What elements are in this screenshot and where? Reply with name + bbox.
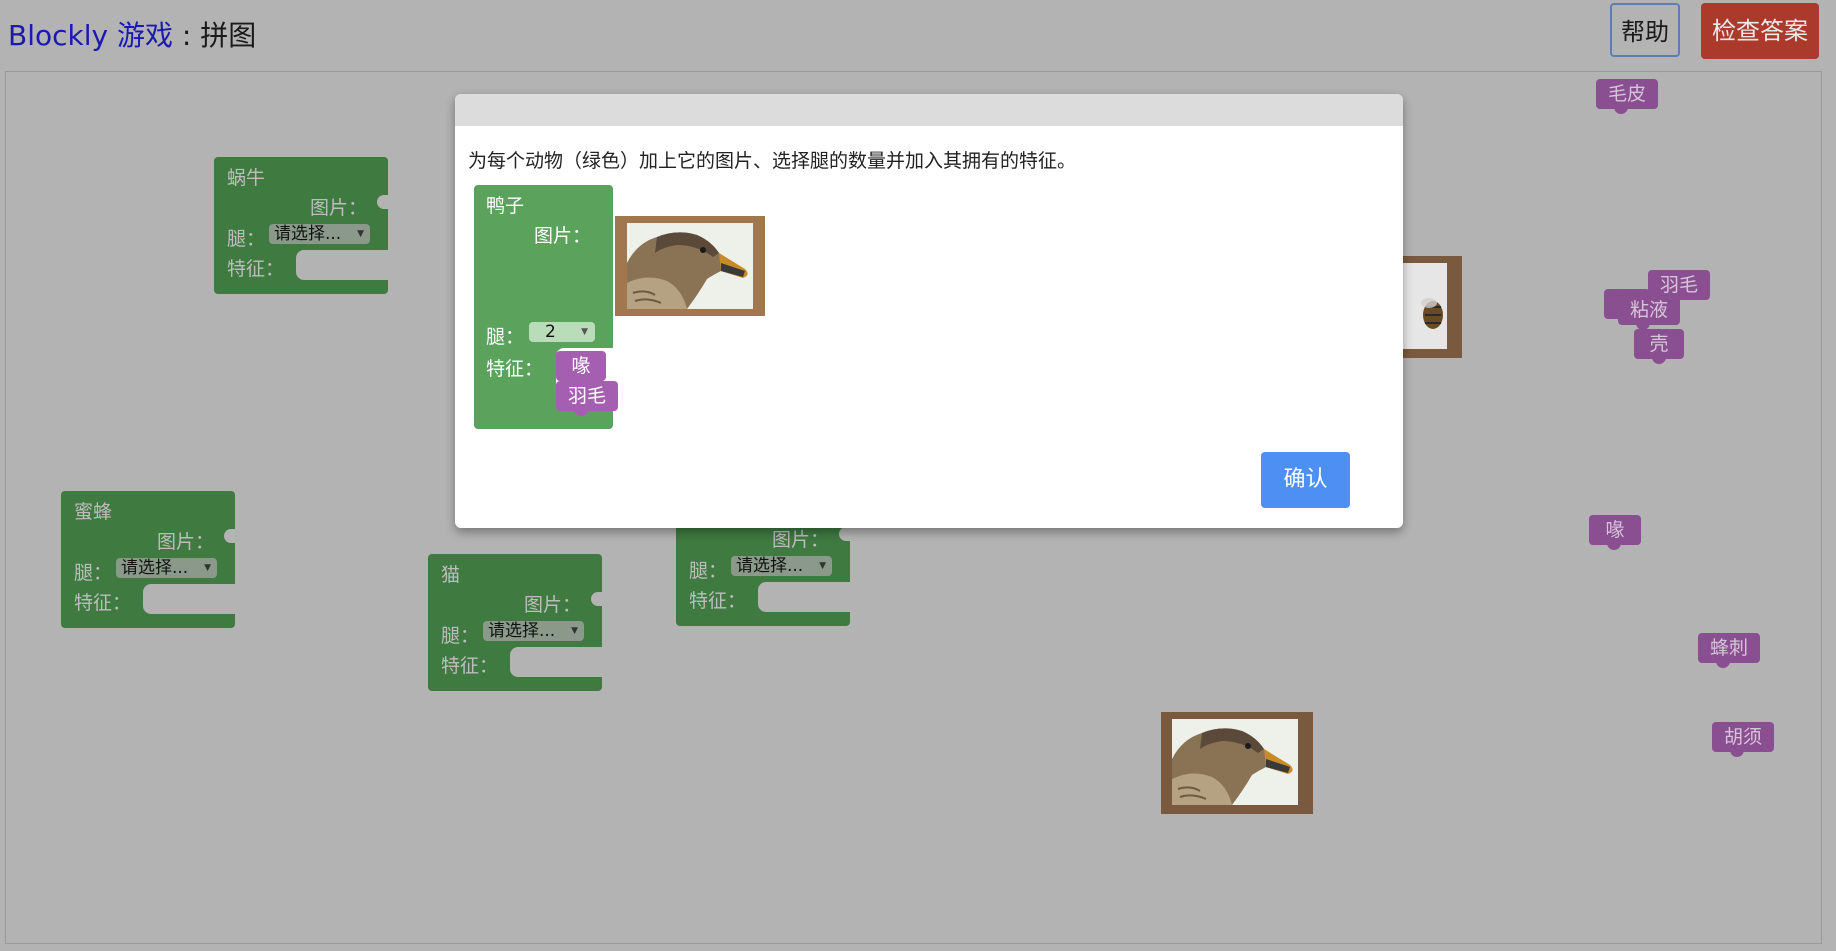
- title-separator: :: [172, 19, 201, 52]
- help-dialog: 为每个动物（绿色）加上它的图片、选择腿的数量并加入其拥有的特征。 鸭子 图片： …: [455, 94, 1403, 528]
- legs-dropdown[interactable]: 请选择... ▼: [731, 556, 832, 576]
- animal-block-cat[interactable]: 猫 图片： 腿： 请选择... ▼ 特征：: [428, 554, 603, 691]
- confirm-button[interactable]: 确认: [1261, 452, 1350, 508]
- legs-dropdown-value: 请选择...: [274, 224, 342, 244]
- legs-label: 腿：: [441, 625, 480, 647]
- traits-label: 特征：: [486, 358, 544, 380]
- traits-label: 特征：: [227, 258, 285, 280]
- picture-label: 图片：: [524, 594, 582, 616]
- trait-block-slime[interactable]: 粘液: [1618, 295, 1680, 330]
- dialog-instruction: 为每个动物（绿色）加上它的图片、选择腿的数量并加入其拥有的特征。: [468, 150, 1077, 172]
- traits-label: 特征：: [441, 655, 499, 677]
- picture-label: 图片：: [157, 531, 215, 553]
- duck-image: [627, 223, 753, 309]
- trait-block-whiskers[interactable]: 胡须: [1712, 722, 1774, 757]
- legs-label: 腿：: [689, 560, 728, 582]
- help-button[interactable]: 帮助: [1610, 3, 1680, 57]
- animal-name: 猫: [441, 564, 461, 586]
- legs-label: 腿：: [74, 562, 113, 584]
- legs-label: 腿：: [486, 326, 525, 348]
- traits-slot[interactable]: [296, 250, 389, 280]
- picture-label: 图片：: [310, 197, 368, 219]
- legs-dropdown-value: 请选择...: [488, 621, 556, 641]
- trait-block-stinger[interactable]: 蜂刺: [1698, 633, 1760, 668]
- legs-dropdown: 2 ▼: [529, 322, 595, 342]
- trait-block-beak[interactable]: 喙: [1589, 515, 1641, 550]
- dropdown-caret-icon: ▼: [571, 626, 578, 636]
- picture-label: 图片：: [772, 529, 830, 551]
- dropdown-caret-icon: ▼: [357, 229, 364, 239]
- picture-block-duck[interactable]: [1161, 712, 1313, 814]
- example-picture-block-duck: [615, 216, 765, 316]
- example-trait-beak: 喙: [556, 351, 606, 386]
- picture-label: 图片：: [534, 225, 592, 247]
- traits-label: 特征：: [74, 592, 132, 614]
- animal-name: 蜗牛: [227, 167, 266, 189]
- example-trait-feathers: 羽毛: [556, 381, 618, 416]
- animal-block-snail[interactable]: 蜗牛 图片： 腿： 请选择... ▼ 特征：: [214, 157, 389, 294]
- traits-slot[interactable]: [510, 647, 603, 677]
- legs-dropdown[interactable]: 请选择... ▼: [483, 621, 584, 641]
- page-title: Blockly 游戏 : 拼图: [8, 14, 256, 54]
- picture-connector: [591, 592, 603, 606]
- dropdown-caret-icon: ▼: [581, 327, 588, 337]
- brand-link[interactable]: Blockly 游戏: [8, 19, 173, 52]
- legs-dropdown-value: 请选择...: [121, 558, 189, 578]
- picture-connector: [839, 527, 851, 541]
- legs-dropdown[interactable]: 请选择... ▼: [116, 558, 217, 578]
- trait-block-shell[interactable]: 壳: [1634, 329, 1684, 364]
- dropdown-caret-icon: ▼: [204, 563, 211, 573]
- picture-connector: [377, 195, 389, 209]
- check-answer-button[interactable]: 检查答案: [1701, 3, 1819, 59]
- dialog-header-bar[interactable]: [455, 94, 1403, 126]
- picture-connector: [224, 529, 236, 543]
- traits-label: 特征：: [689, 590, 747, 612]
- duck-image: [1172, 719, 1298, 805]
- legs-label: 腿：: [227, 228, 266, 250]
- animal-name: 鸭子: [486, 195, 525, 217]
- dropdown-caret-icon: ▼: [819, 561, 826, 571]
- legs-dropdown-value: 2: [545, 322, 556, 342]
- legs-dropdown-value: 请选择...: [736, 556, 804, 576]
- trait-block-fur[interactable]: 毛皮: [1596, 79, 1658, 114]
- puzzle-title: 拼图: [200, 19, 257, 52]
- animal-block-bee[interactable]: 蜜蜂 图片： 腿： 请选择... ▼ 特征：: [61, 491, 236, 628]
- animal-name: 蜜蜂: [74, 501, 113, 523]
- traits-slot[interactable]: [758, 582, 851, 612]
- traits-slot[interactable]: [143, 584, 236, 614]
- legs-dropdown[interactable]: 请选择... ▼: [269, 224, 370, 244]
